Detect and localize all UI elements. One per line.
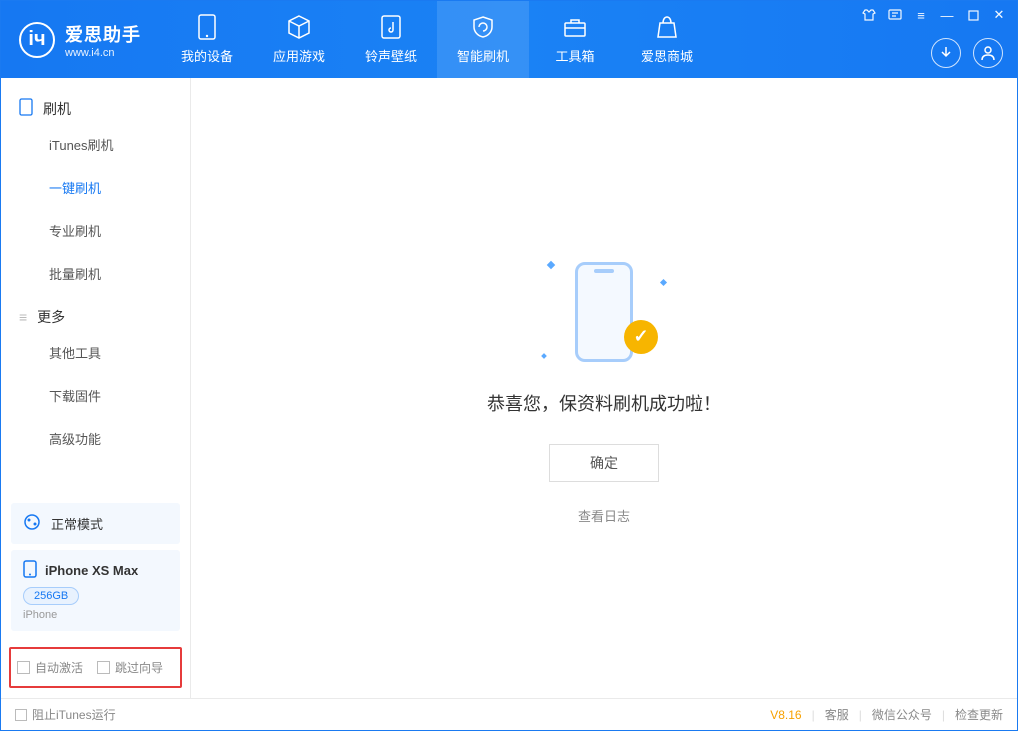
sparkle-icon [660, 278, 667, 285]
ok-button[interactable]: 确定 [549, 444, 659, 482]
sparkle-icon [541, 353, 547, 359]
device-capacity-badge: 256GB [23, 587, 79, 605]
checkbox-label: 跳过向导 [115, 659, 163, 676]
mode-icon [23, 513, 41, 534]
tab-label: 应用游戏 [273, 46, 325, 65]
tab-label: 爱思商城 [641, 46, 693, 65]
device-icon [19, 98, 33, 119]
group-label: 更多 [37, 307, 65, 327]
checkbox-skip-guide[interactable]: 跳过向导 [97, 659, 163, 676]
logo-area: iч 爱思助手 www.i4.cn [1, 1, 161, 78]
header: iч 爱思助手 www.i4.cn 我的设备 应用游戏 铃声壁纸 智能刷机 [1, 1, 1017, 78]
tab-ringtones-wallpapers[interactable]: 铃声壁纸 [345, 1, 437, 78]
tab-label: 我的设备 [181, 46, 233, 65]
refresh-shield-icon [470, 14, 496, 40]
sidebar-item-pro-flash[interactable]: 专业刷机 [1, 209, 190, 252]
menu-icon[interactable]: ≡ [913, 7, 929, 23]
version-label: V8.16 [770, 708, 801, 722]
success-message: 恭喜您，保资料刷机成功啦！ [487, 390, 721, 416]
device-name-text: iPhone XS Max [45, 563, 138, 578]
device-name-row: iPhone XS Max [23, 560, 168, 581]
download-button[interactable] [931, 38, 961, 68]
device-box[interactable]: iPhone XS Max 256GB iPhone [11, 550, 180, 631]
more-icon: ≡ [19, 309, 27, 325]
tab-toolbox[interactable]: 工具箱 [529, 1, 621, 78]
sidebar: 刷机 iTunes刷机 一键刷机 专业刷机 批量刷机 ≡ 更多 其他工具 下载固… [1, 78, 191, 698]
user-button[interactable] [973, 38, 1003, 68]
bag-icon [654, 14, 680, 40]
divider: | [942, 708, 945, 722]
phone-outline-icon [575, 262, 633, 362]
app-name-cn: 爱思助手 [65, 21, 141, 47]
footer-update-link[interactable]: 检查更新 [955, 706, 1003, 723]
checkbox-label: 阻止iTunes运行 [32, 706, 116, 723]
nav-tabs: 我的设备 应用游戏 铃声壁纸 智能刷机 工具箱 爱思商城 [161, 1, 713, 78]
tab-store[interactable]: 爱思商城 [621, 1, 713, 78]
sidebar-group-flash: 刷机 [1, 86, 190, 123]
window-controls: ≡ — ✕ [861, 7, 1007, 23]
tab-smart-flash[interactable]: 智能刷机 [437, 1, 529, 78]
close-button[interactable]: ✕ [991, 7, 1007, 23]
footer: 阻止iTunes运行 V8.16 | 客服 | 微信公众号 | 检查更新 [1, 698, 1017, 730]
skin-icon[interactable] [861, 7, 877, 23]
maximize-button[interactable] [965, 7, 981, 23]
logo-icon: iч [19, 22, 55, 58]
tab-label: 工具箱 [555, 46, 594, 65]
mode-label: 正常模式 [51, 514, 103, 533]
device-phone-icon [23, 560, 37, 581]
success-check-icon: ✓ [624, 320, 658, 354]
checkbox-icon [97, 661, 110, 674]
sidebar-item-download-firmware[interactable]: 下载固件 [1, 374, 190, 417]
checkbox-label: 自动激活 [35, 659, 83, 676]
checkbox-icon [17, 661, 30, 674]
checkbox-auto-activate[interactable]: 自动激活 [17, 659, 83, 676]
sidebar-item-other-tools[interactable]: 其他工具 [1, 331, 190, 374]
group-label: 刷机 [43, 99, 71, 119]
app-name-en: www.i4.cn [65, 47, 141, 59]
tab-my-device[interactable]: 我的设备 [161, 1, 253, 78]
sidebar-item-oneclick-flash[interactable]: 一键刷机 [1, 166, 190, 209]
tab-label: 铃声壁纸 [365, 46, 417, 65]
sidebar-item-advanced[interactable]: 高级功能 [1, 417, 190, 460]
app-window: iч 爱思助手 www.i4.cn 我的设备 应用游戏 铃声壁纸 智能刷机 [0, 0, 1018, 731]
tab-label: 智能刷机 [457, 46, 509, 65]
music-file-icon [378, 14, 404, 40]
main-content: ✓ 恭喜您，保资料刷机成功啦！ 确定 查看日志 [191, 78, 1017, 698]
checkbox-icon [15, 709, 27, 721]
divider: | [812, 708, 815, 722]
logo-text: 爱思助手 www.i4.cn [65, 21, 141, 59]
feedback-icon[interactable] [887, 7, 903, 23]
minimize-button[interactable]: — [939, 7, 955, 23]
sidebar-group-more: ≡ 更多 [1, 295, 190, 331]
device-type: iPhone [23, 609, 168, 621]
phone-icon [194, 14, 220, 40]
success-illustration: ✓ [544, 252, 664, 372]
header-right-icons [931, 38, 1003, 68]
cube-icon [286, 14, 312, 40]
sparkle-icon [547, 260, 555, 268]
tab-apps-games[interactable]: 应用游戏 [253, 1, 345, 78]
toolbox-icon [562, 14, 588, 40]
footer-service-link[interactable]: 客服 [825, 706, 849, 723]
sidebar-item-batch-flash[interactable]: 批量刷机 [1, 252, 190, 295]
sidebar-item-itunes-flash[interactable]: iTunes刷机 [1, 123, 190, 166]
footer-wechat-link[interactable]: 微信公众号 [872, 706, 932, 723]
view-log-link[interactable]: 查看日志 [578, 506, 630, 525]
options-row: 自动激活 跳过向导 [9, 647, 182, 688]
body: 刷机 iTunes刷机 一键刷机 专业刷机 批量刷机 ≡ 更多 其他工具 下载固… [1, 78, 1017, 698]
divider: | [859, 708, 862, 722]
mode-box[interactable]: 正常模式 [11, 503, 180, 544]
checkbox-block-itunes[interactable]: 阻止iTunes运行 [15, 706, 116, 723]
